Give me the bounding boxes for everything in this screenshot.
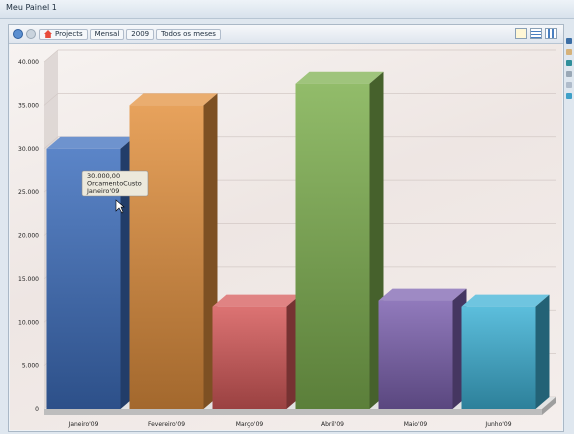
y-tick-label: 5.000 xyxy=(22,363,39,370)
bar[interactable] xyxy=(295,83,370,409)
bar[interactable] xyxy=(378,300,453,409)
chart-view-icon[interactable] xyxy=(545,28,557,39)
side-icon[interactable] xyxy=(566,71,572,77)
bar-top xyxy=(295,71,384,84)
x-tick-label: Janeiro'09 xyxy=(68,421,99,428)
bar-top xyxy=(378,288,467,301)
x-tick-label: Maio'09 xyxy=(404,421,428,428)
bar-chart: 0 5.000 10.000 15.000 20.000 25.000 30.000 35.0… xyxy=(18,49,556,428)
copy-icon[interactable] xyxy=(515,28,527,39)
breadcrumb-item-projects[interactable]: Projects xyxy=(39,28,88,40)
y-tick-label: 35.000 xyxy=(18,102,39,109)
y-tick-label: 0 xyxy=(35,406,39,413)
chart-floor-edge xyxy=(44,409,542,415)
x-tick-label: Junho'09 xyxy=(484,421,511,428)
y-tick-label: 40.000 xyxy=(18,59,39,66)
y-tick-label: 30.000 xyxy=(18,146,39,153)
y-tick-label: 20.000 xyxy=(18,233,39,240)
window-title-bar: Meu Painel 1 xyxy=(0,0,574,19)
chart-panel: Projects Mensal 2009 Todos os meses 0 5.0… xyxy=(8,24,564,432)
breadcrumb: Projects Mensal 2009 Todos os meses xyxy=(13,28,223,40)
y-tick-label: 25.000 xyxy=(18,189,39,196)
y-tick-label: 15.000 xyxy=(18,276,39,283)
back-icon[interactable] xyxy=(13,29,23,39)
view-toolbar xyxy=(512,28,557,39)
x-tick-label: Março'09 xyxy=(236,421,264,428)
bar-top xyxy=(212,294,301,307)
side-icon[interactable] xyxy=(566,82,572,88)
bar-side xyxy=(535,294,550,409)
side-icon[interactable] xyxy=(566,49,572,55)
side-icon[interactable] xyxy=(566,60,572,66)
breadcrumb-toolbar: Projects Mensal 2009 Todos os meses xyxy=(9,25,563,44)
breadcrumb-item-mensal[interactable]: Mensal xyxy=(89,28,125,40)
bar[interactable] xyxy=(129,105,204,409)
bar[interactable] xyxy=(212,306,287,409)
window-title: Meu Painel 1 xyxy=(6,3,57,12)
right-side-toolbar xyxy=(566,38,574,104)
breadcrumb-item-todos-os-meses[interactable]: Todos os meses xyxy=(156,28,221,40)
chart-area: 0 5.000 10.000 15.000 20.000 25.000 30.000 35.0… xyxy=(10,44,562,430)
bar[interactable] xyxy=(461,306,536,409)
x-tick-label: Fevereiro'09 xyxy=(148,421,185,428)
forward-icon[interactable] xyxy=(26,29,36,39)
y-tick-label: 10.000 xyxy=(18,319,39,326)
bar-top xyxy=(461,294,550,307)
home-icon xyxy=(44,30,52,38)
breadcrumb-item-2009[interactable]: 2009 xyxy=(126,28,155,40)
side-icon[interactable] xyxy=(566,38,572,44)
bar-top xyxy=(129,93,218,106)
bar-top xyxy=(46,136,135,149)
table-view-icon[interactable] xyxy=(530,28,542,39)
x-tick-label: Abril'09 xyxy=(321,421,344,428)
tooltip-category: Janeiro'09 xyxy=(86,187,119,195)
side-icon[interactable] xyxy=(566,93,572,99)
